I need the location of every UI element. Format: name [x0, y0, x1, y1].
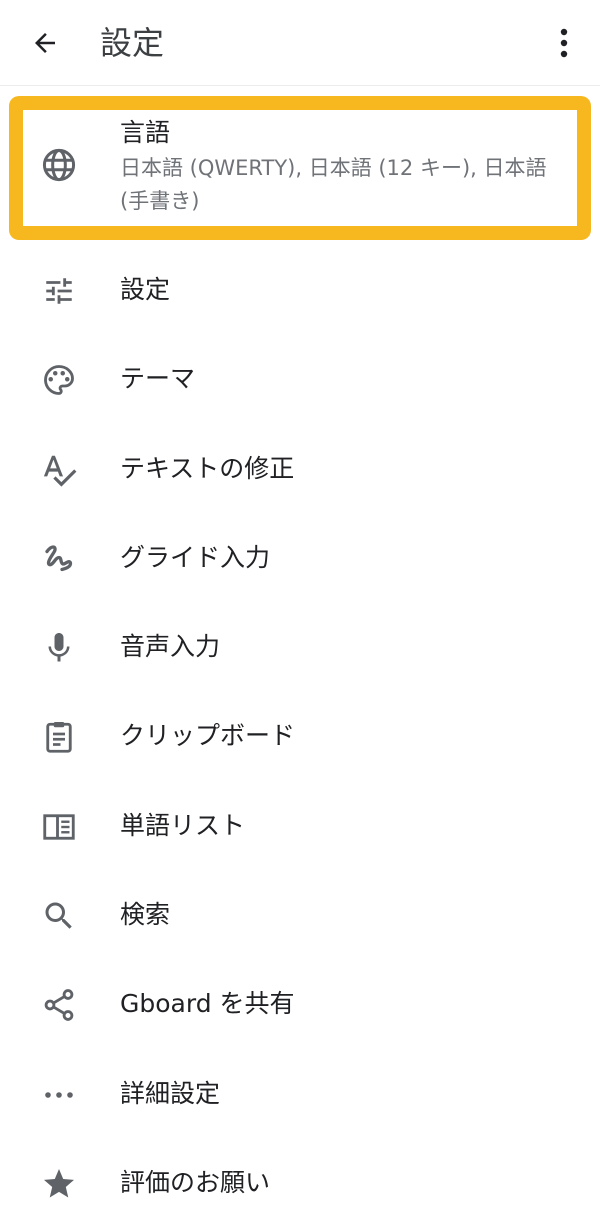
settings-item-clipboard[interactable]: クリップボード — [0, 692, 600, 781]
spellcheck-icon — [40, 451, 78, 489]
settings-item-label: テーマ — [120, 364, 196, 394]
settings-item-rate-us[interactable]: 評価のお願い — [0, 1139, 600, 1228]
arrow-back-icon — [35, 33, 55, 53]
languages-summary: 日本語 (QWERTY), 日本語 (12 キー), 日本語 (手書き) — [120, 156, 547, 213]
settings-item-label: 音声入力 — [120, 632, 221, 662]
back-button[interactable] — [22, 20, 68, 66]
settings-item-preferences[interactable]: 設定 — [0, 246, 600, 335]
settings-item-label: クリップボード — [120, 721, 296, 751]
settings-item-label: 検索 — [120, 900, 171, 930]
settings-item-search[interactable]: 検索 — [0, 871, 600, 960]
settings-item-label: Gboard を共有 — [120, 989, 295, 1019]
settings-item-text-correction[interactable]: テキストの修正 — [0, 425, 600, 514]
settings-item-theme[interactable]: テーマ — [0, 335, 600, 424]
more-horiz-icon — [40, 1076, 78, 1114]
overflow-menu-button[interactable] — [542, 20, 586, 66]
mic-icon — [40, 629, 78, 667]
languages-title: 言語 — [120, 118, 171, 147]
clipboard-icon — [40, 718, 78, 756]
settings-item-voice-input[interactable]: 音声入力 — [0, 603, 600, 692]
gesture-icon — [40, 540, 78, 578]
settings-item-label: テキストの修正 — [120, 453, 295, 483]
more-vert-icon — [560, 28, 568, 58]
page-title: 設定 — [100, 24, 165, 62]
globe-icon — [42, 148, 76, 182]
settings-item-glide-typing[interactable]: グライド入力 — [0, 514, 600, 603]
star-icon — [40, 1165, 78, 1203]
settings-item-label: 単語リスト — [120, 810, 246, 840]
settings-item-advanced[interactable]: 詳細設定 — [0, 1050, 600, 1139]
settings-item-label: 評価のお願い — [120, 1167, 271, 1197]
settings-item-label: グライド入力 — [120, 542, 271, 572]
dictionary-icon — [40, 808, 78, 846]
settings-item-label: 詳細設定 — [120, 1078, 221, 1108]
search-icon — [40, 897, 78, 935]
settings-list: 設定 テーマ テキストの修正 グライド入力 音声入力 クリップボード 単語リスト… — [0, 246, 600, 1228]
settings-item-share-gboard[interactable]: Gboard を共有 — [0, 960, 600, 1049]
tune-icon — [40, 272, 78, 310]
share-icon — [40, 986, 78, 1024]
palette-icon — [40, 361, 78, 399]
app-bar: 設定 — [0, 0, 600, 86]
settings-item-dictionary[interactable]: 単語リスト — [0, 782, 600, 871]
settings-item-label: 設定 — [120, 275, 171, 304]
settings-item-languages[interactable] — [40, 146, 78, 184]
